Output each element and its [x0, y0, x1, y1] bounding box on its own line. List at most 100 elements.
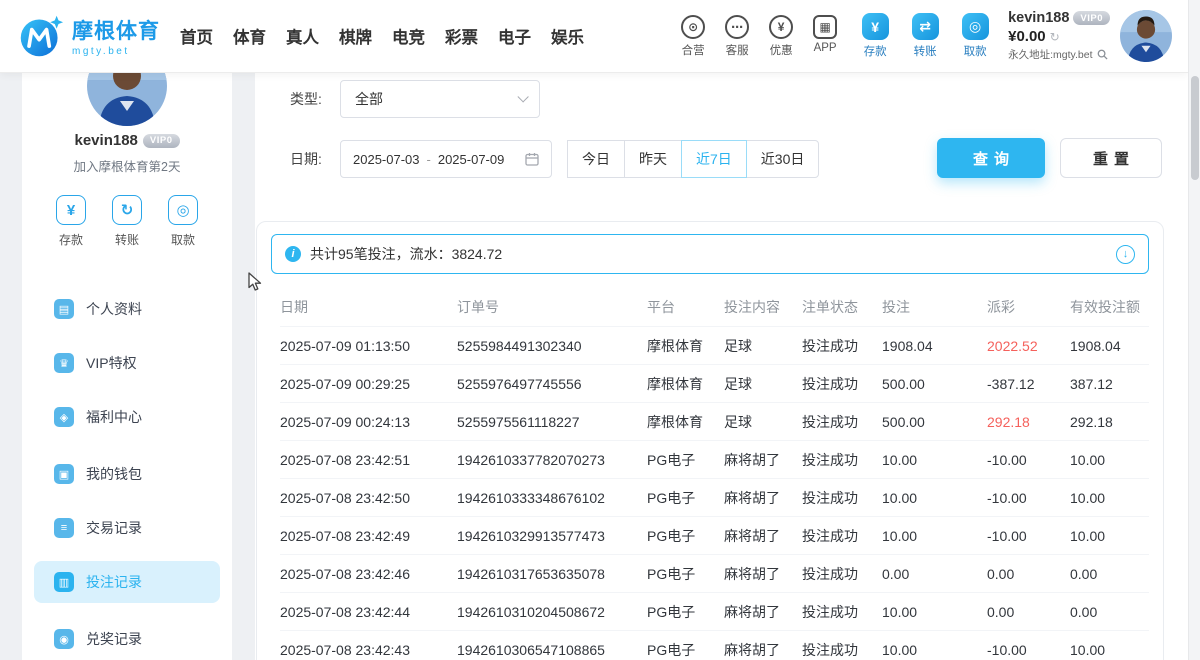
cell-status: 投注成功 [802, 412, 882, 432]
nav-menu-item[interactable]: 体育 [233, 24, 266, 48]
table-row[interactable]: 2025-07-08 23:42:46 1942610317653635078 … [280, 554, 1149, 592]
top-navbar: 摩根体育 mgty.bet 首页体育真人棋牌电竞彩票电子娱乐 ⊙ 合营 ⋯ 客服… [0, 0, 1188, 72]
navbar-quick-link[interactable]: ¥ 优惠 [764, 15, 798, 58]
cell-platform: PG电子 [647, 450, 724, 470]
refresh-balance-icon[interactable]: ↻ [1050, 30, 1060, 44]
cell-payout: -10.00 [987, 452, 1070, 468]
navbar-wallet-action[interactable]: ¥ 存款 [856, 13, 894, 59]
table-row[interactable]: 2025-07-09 00:29:25 5255976497745556 摩根体… [280, 364, 1149, 402]
cell-platform: PG电子 [647, 526, 724, 546]
menu-item-icon: ◉ [54, 629, 74, 649]
sidebar: kevin188 VIP0 加入摩根体育第2天 ¥ 存款 ↻ 转账 ◎ 取款 ▤… [22, 72, 232, 660]
cell-status: 投注成功 [802, 564, 882, 584]
sidebar-quick-label: 存款 [59, 231, 83, 248]
menu-item-icon: ▣ [54, 464, 74, 484]
cell-valid-amount: 10.00 [1070, 452, 1149, 468]
sidebar-menu-item[interactable]: ▣ 我的钱包 [34, 453, 220, 495]
nav-menu-item[interactable]: 娱乐 [551, 24, 584, 48]
navbar-wallet-action[interactable]: ⇄ 转账 [906, 13, 944, 59]
cell-order-number: 5255976497745556 [457, 376, 647, 392]
nav-menu-item[interactable]: 棋牌 [339, 24, 372, 48]
cell-bet-amount: 10.00 [882, 528, 987, 544]
quick-link-icon: ¥ [769, 15, 793, 39]
menu-item-label: VIP特权 [86, 353, 137, 373]
nav-menu-item[interactable]: 首页 [180, 24, 213, 48]
table-header-cell: 有效投注额 [1070, 297, 1149, 317]
balance: ¥0.00 [1008, 28, 1046, 45]
range-button[interactable]: 今日 [567, 140, 625, 178]
menu-item-icon: ≡ [54, 518, 74, 538]
cell-date: 2025-07-08 23:42:50 [280, 490, 457, 506]
scrollbar[interactable] [1188, 0, 1200, 660]
type-select[interactable]: 全部 [340, 80, 540, 118]
nav-menu-item[interactable]: 真人 [286, 24, 319, 48]
sidebar-vip-badge: VIP0 [143, 134, 180, 148]
cell-platform: PG电子 [647, 488, 724, 508]
quick-link-icon: ⊙ [681, 15, 705, 39]
navbar-quick-link[interactable]: ⊙ 合营 [676, 15, 710, 58]
table-row[interactable]: 2025-07-08 23:42:43 1942610306547108865 … [280, 630, 1149, 660]
permanent-address: 永久地址:mgty.bet [1008, 47, 1092, 62]
nav-menu-item[interactable]: 电子 [498, 24, 531, 48]
user-avatar[interactable] [1120, 10, 1172, 62]
table-row[interactable]: 2025-07-08 23:42:44 1942610310204508672 … [280, 592, 1149, 630]
navbar-quick-link[interactable]: ▦ APP [808, 15, 842, 58]
nav-menu-item[interactable]: 电竞 [392, 24, 425, 48]
cell-status: 投注成功 [802, 602, 882, 622]
scrollbar-thumb[interactable] [1191, 76, 1199, 180]
cell-bet-content: 足球 [724, 336, 802, 356]
cell-order-number: 5255975561118227 [457, 414, 647, 430]
table-row[interactable]: 2025-07-08 23:42:50 1942610333348676102 … [280, 478, 1149, 516]
username: kevin188 [1008, 10, 1069, 26]
sidebar-quick-action[interactable]: ↻ 转账 [112, 195, 142, 248]
cell-payout: -10.00 [987, 490, 1070, 506]
range-button[interactable]: 近7日 [681, 140, 747, 178]
sidebar-quick-icon: ↻ [112, 195, 142, 225]
type-filter-label: 类型: [290, 80, 322, 118]
table-row[interactable]: 2025-07-08 23:42:51 1942610337782070273 … [280, 440, 1149, 478]
sidebar-menu-item[interactable]: ≡ 交易记录 [34, 507, 220, 549]
sidebar-quick-action[interactable]: ◎ 取款 [168, 195, 198, 248]
date-range-input[interactable]: 2025-07-03 - 2025-07-09 [340, 140, 552, 178]
cell-date: 2025-07-09 00:24:13 [280, 414, 457, 430]
cell-date: 2025-07-08 23:42:43 [280, 642, 457, 658]
date-start-value: 2025-07-03 [353, 152, 420, 167]
cell-order-number: 1942610337782070273 [457, 452, 647, 468]
logo-icon [18, 13, 64, 59]
records-card: i 共计95笔投注，流水：3824.72 ↓ 日期订单号平台投注内容注单状态投注… [256, 221, 1164, 660]
cell-valid-amount: 292.18 [1070, 414, 1149, 430]
range-button[interactable]: 昨天 [624, 140, 682, 178]
navbar-quick-link[interactable]: ⋯ 客服 [720, 15, 754, 58]
nav-menu-item[interactable]: 彩票 [445, 24, 478, 48]
range-button[interactable]: 近30日 [746, 140, 820, 178]
table-row[interactable]: 2025-07-09 00:24:13 5255975561118227 摩根体… [280, 402, 1149, 440]
sidebar-menu-item[interactable]: ◉ 兑奖记录 [34, 618, 220, 660]
magnifier-icon[interactable] [1097, 49, 1108, 60]
sidebar-menu-item[interactable]: ◈ 福利中心 [34, 396, 220, 438]
cell-status: 投注成功 [802, 374, 882, 394]
menu-item-label: 交易记录 [86, 518, 142, 538]
query-button[interactable]: 查询 [937, 138, 1045, 178]
sidebar-menu-item[interactable]: ▤ 个人资料 [34, 288, 220, 330]
navbar-wallet-action[interactable]: ◎ 取款 [956, 13, 994, 59]
table-row[interactable]: 2025-07-08 23:42:49 1942610329913577473 … [280, 516, 1149, 554]
type-select-value: 全部 [355, 89, 383, 109]
menu-item-label: 投注记录 [86, 572, 142, 592]
quick-link-label: APP [814, 42, 837, 54]
cell-bet-content: 麻将胡了 [724, 602, 802, 622]
sidebar-quick-icon: ¥ [56, 195, 86, 225]
sidebar-menu-item[interactable]: ♛ VIP特权 [34, 342, 220, 384]
reset-button[interactable]: 重置 [1060, 138, 1162, 178]
logo[interactable]: 摩根体育 mgty.bet [18, 13, 160, 59]
menu-item-label: 福利中心 [86, 407, 142, 427]
sidebar-menu-item[interactable]: ▥ 投注记录 [34, 561, 220, 603]
sidebar-quick-action[interactable]: ¥ 存款 [56, 195, 86, 248]
cell-platform: 摩根体育 [647, 336, 724, 356]
bet-table-body: 2025-07-09 01:13:50 5255984491302340 摩根体… [280, 326, 1149, 660]
date-filter-label: 日期: [290, 140, 322, 178]
cell-bet-amount: 0.00 [882, 566, 987, 582]
table-row[interactable]: 2025-07-09 01:13:50 5255984491302340 摩根体… [280, 326, 1149, 364]
export-icon[interactable]: ↓ [1116, 245, 1135, 264]
cell-date: 2025-07-08 23:42:51 [280, 452, 457, 468]
cell-platform: PG电子 [647, 564, 724, 584]
